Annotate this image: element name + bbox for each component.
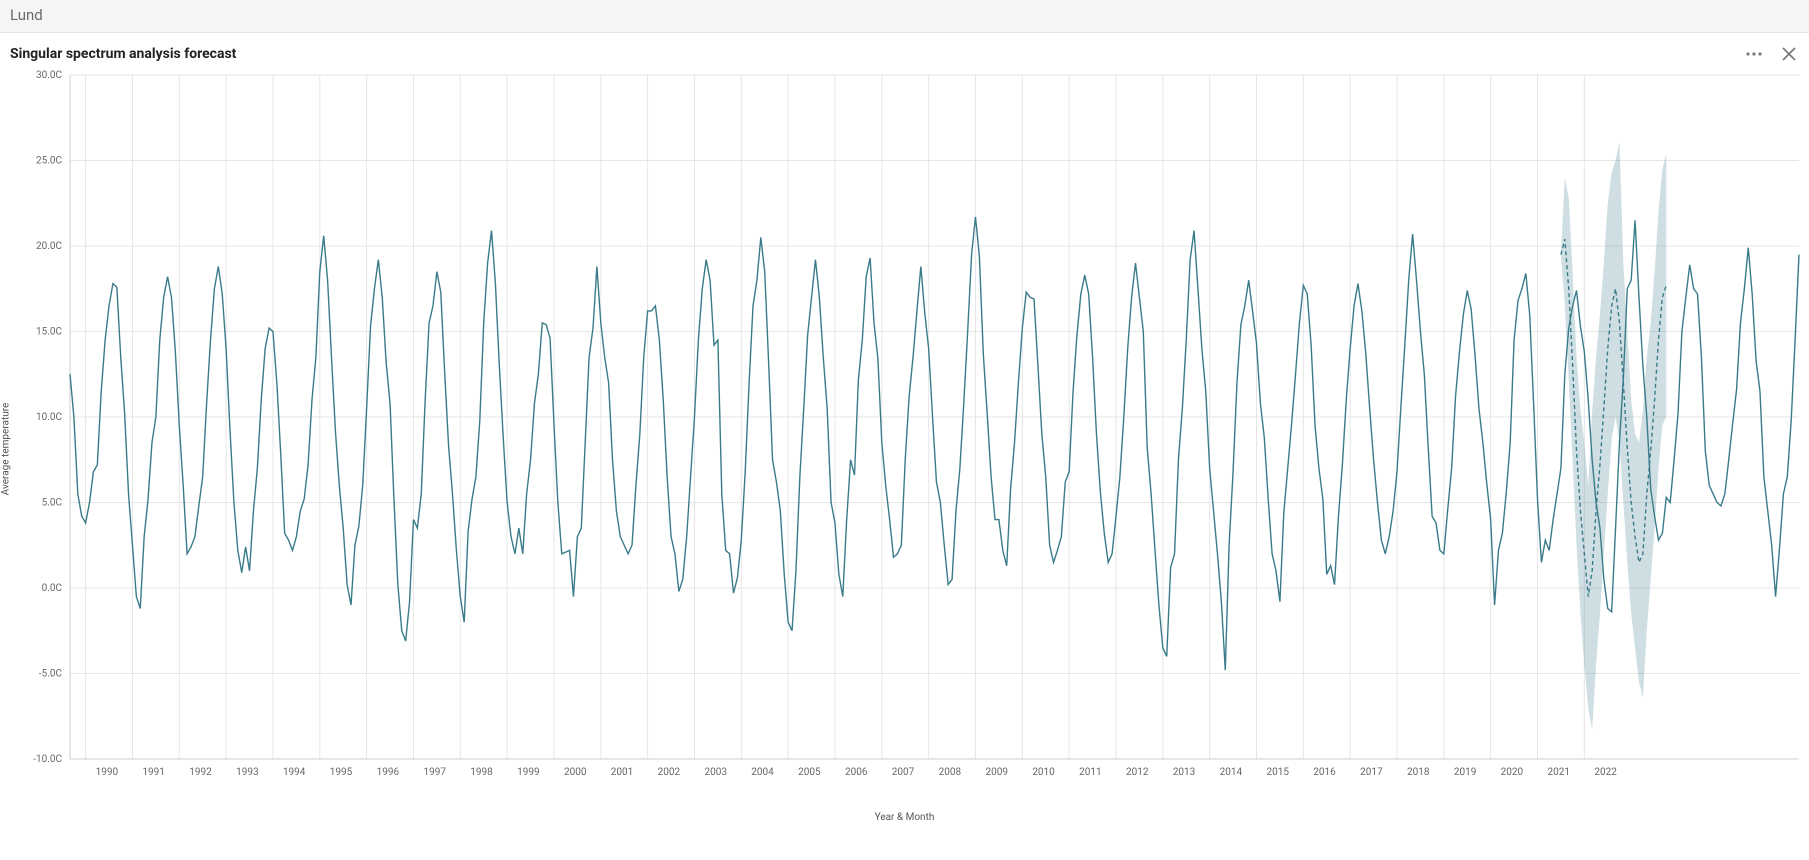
svg-text:2012: 2012 bbox=[1126, 767, 1149, 778]
svg-text:2006: 2006 bbox=[845, 767, 868, 778]
svg-text:1995: 1995 bbox=[330, 767, 353, 778]
card-actions bbox=[1745, 45, 1797, 63]
card-header: Singular spectrum analysis forecast bbox=[0, 33, 1809, 69]
card-title: Singular spectrum analysis forecast bbox=[10, 46, 236, 62]
svg-text:-5.0C: -5.0C bbox=[39, 669, 63, 680]
svg-text:2001: 2001 bbox=[611, 767, 633, 778]
svg-text:5.0C: 5.0C bbox=[42, 498, 63, 509]
svg-text:2000: 2000 bbox=[564, 767, 587, 778]
svg-text:0.0C: 0.0C bbox=[42, 583, 63, 594]
svg-text:2020: 2020 bbox=[1501, 767, 1524, 778]
svg-text:1993: 1993 bbox=[236, 767, 258, 778]
svg-text:1994: 1994 bbox=[283, 767, 306, 778]
chart-svg: -10.0C -5.0C 0.0C 5.0C 10.0C 15.0C 20.0C 25.0C 3… bbox=[0, 69, 1809, 829]
svg-text:1991: 1991 bbox=[142, 767, 164, 778]
svg-text:1990: 1990 bbox=[96, 767, 119, 778]
svg-text:2002: 2002 bbox=[658, 767, 681, 778]
svg-text:2016: 2016 bbox=[1313, 767, 1336, 778]
more-options-icon[interactable] bbox=[1745, 45, 1763, 63]
svg-text:2003: 2003 bbox=[704, 767, 726, 778]
svg-text:2004: 2004 bbox=[751, 767, 774, 778]
svg-text:2011: 2011 bbox=[1079, 767, 1101, 778]
forecast-chart: Average temperature Year & Month -10.0C-… bbox=[0, 69, 1809, 829]
svg-text:2014: 2014 bbox=[1220, 767, 1243, 778]
svg-text:1998: 1998 bbox=[470, 767, 493, 778]
close-icon[interactable] bbox=[1781, 46, 1797, 62]
svg-text:2015: 2015 bbox=[1266, 767, 1289, 778]
svg-text:2022: 2022 bbox=[1594, 767, 1617, 778]
svg-text:-10.0C: -10.0C bbox=[33, 754, 62, 765]
svg-text:2021: 2021 bbox=[1548, 767, 1570, 778]
svg-text:2008: 2008 bbox=[939, 767, 962, 778]
svg-text:1992: 1992 bbox=[189, 767, 212, 778]
svg-text:1999: 1999 bbox=[517, 767, 539, 778]
svg-text:10.0C: 10.0C bbox=[36, 412, 62, 423]
svg-text:1996: 1996 bbox=[377, 767, 400, 778]
page-title: Lund bbox=[0, 0, 1809, 33]
svg-text:2013: 2013 bbox=[1173, 767, 1195, 778]
svg-text:30.0C: 30.0C bbox=[36, 70, 62, 81]
svg-text:2005: 2005 bbox=[798, 767, 821, 778]
svg-text:1997: 1997 bbox=[423, 767, 446, 778]
svg-text:25.0C: 25.0C bbox=[36, 156, 62, 167]
svg-text:2017: 2017 bbox=[1360, 767, 1383, 778]
forecast-card: Singular spectrum analysis forecast Aver… bbox=[0, 33, 1809, 860]
svg-text:2007: 2007 bbox=[892, 767, 915, 778]
svg-text:15.0C: 15.0C bbox=[36, 327, 62, 338]
svg-text:2019: 2019 bbox=[1454, 767, 1476, 778]
svg-text:2009: 2009 bbox=[985, 767, 1007, 778]
svg-text:20.0C: 20.0C bbox=[36, 241, 62, 252]
svg-text:2018: 2018 bbox=[1407, 767, 1430, 778]
svg-text:2010: 2010 bbox=[1032, 767, 1055, 778]
